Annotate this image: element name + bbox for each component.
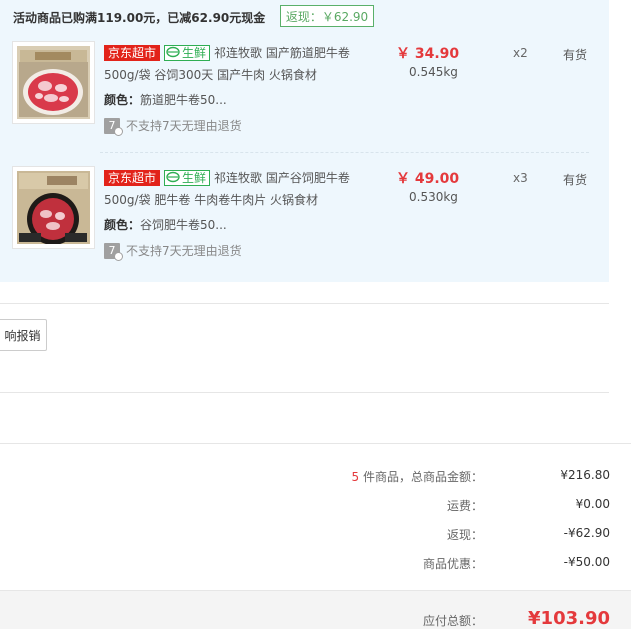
promotion-text: 活动商品已购满119.00元，已减62.90元现金	[13, 10, 266, 25]
return-policy: 7 不支持7天无理由退货	[104, 118, 350, 136]
payable-value: ¥103.90	[528, 608, 610, 629]
product-title-line[interactable]: 京东超市 生鲜 祁连牧歌 国产筋道肥牛卷 500g/袋 谷饲300天 国产牛肉 火锅…	[104, 42, 350, 86]
fresh-leaf-icon	[166, 171, 180, 183]
jd-supermarket-tag: 京东超市	[104, 45, 161, 61]
discount-value: -¥50.00	[563, 555, 610, 569]
jd-supermarket-tag: 京东超市	[104, 170, 161, 186]
return-policy-text: 不支持7天无理由退货	[126, 244, 242, 258]
product-divider	[100, 152, 589, 153]
product-weight: 0.530kg	[409, 190, 458, 204]
beef-roll-image	[17, 171, 90, 244]
payable-total-bar: 应付总额： ¥103.90	[0, 590, 631, 629]
summary-goods-total: 5 件商品，总商品金额： ¥216.80	[0, 466, 631, 486]
summary-discount: 商品优惠： -¥50.00	[0, 553, 631, 573]
product-image[interactable]	[12, 41, 95, 124]
product-price: ￥ 49.00	[396, 171, 460, 187]
promotion-panel: 活动商品已购满119.00元，已减62.90元现金 返现：￥62.90 京东超市…	[0, 0, 609, 282]
summary-rebate: 返现： -¥62.90	[0, 524, 631, 544]
summary-shipping: 运费： ¥0.00	[0, 495, 631, 515]
goods-total-label: 5 件商品，总商品金额：	[352, 468, 483, 485]
color-label: 颜色：	[104, 93, 141, 107]
shipping-value: ¥0.00	[575, 497, 610, 511]
fresh-tag: 生鲜	[164, 170, 211, 186]
rebate-value: -¥62.90	[563, 526, 610, 540]
invoice-button[interactable]: 响报销	[0, 319, 47, 351]
color-label: 颜色：	[104, 218, 141, 232]
product-quantity: x3	[513, 171, 528, 185]
fresh-tag: 生鲜	[164, 45, 211, 61]
payable-label: 应付总额：	[422, 614, 483, 628]
color-value: 筋道肥牛卷50...	[140, 93, 227, 107]
stock-status: 有货	[563, 173, 588, 187]
no-7day-return-icon: 7	[104, 118, 123, 136]
summary-divider	[0, 443, 631, 444]
product-row: 京东超市 生鲜 祁连牧歌 国产谷饲肥牛卷 500g/袋 肥牛卷 牛肉卷牛肉片 火锅食…	[0, 152, 609, 290]
fresh-tag-label: 生鲜	[182, 46, 207, 60]
product-quantity: x2	[513, 46, 528, 60]
section-divider	[0, 303, 609, 304]
promotion-header: 活动商品已购满119.00元，已减62.90元现金	[13, 8, 265, 26]
no-7day-return-icon: 7	[104, 243, 123, 261]
product-weight: 0.545kg	[409, 65, 458, 79]
goods-total-value: ¥216.80	[560, 468, 610, 482]
section-divider	[0, 392, 609, 393]
discount-label: 商品优惠：	[422, 557, 483, 571]
return-policy: 7 不支持7天无理由退货	[104, 243, 350, 261]
fresh-tag-label: 生鲜	[182, 171, 207, 185]
product-info: 京东超市 生鲜 祁连牧歌 国产谷饲肥牛卷 500g/袋 肥牛卷 牛肉卷牛肉片 火锅食…	[104, 167, 350, 261]
product-row: 京东超市 生鲜 祁连牧歌 国产筋道肥牛卷 500g/袋 谷饲300天 国产牛肉 火锅…	[0, 41, 609, 165]
fresh-leaf-icon	[166, 46, 180, 58]
product-info: 京东超市 生鲜 祁连牧歌 国产筋道肥牛卷 500g/袋 谷饲300天 国产牛肉 火锅…	[104, 42, 350, 136]
stock-status: 有货	[563, 48, 588, 62]
shipping-label: 运费：	[446, 499, 483, 513]
rebate-badge: 返现：￥62.90	[280, 5, 374, 27]
product-color: 颜色：筋道肥牛卷50...	[104, 92, 350, 108]
beef-roll-image	[17, 46, 90, 119]
product-image[interactable]	[12, 166, 95, 249]
rebate-label: 返现：	[446, 528, 483, 542]
product-color: 颜色：谷饲肥牛卷50...	[104, 217, 350, 233]
product-price: ￥ 34.90	[396, 46, 460, 62]
return-policy-text: 不支持7天无理由退货	[126, 119, 242, 133]
item-count-suffix: 件商品，总商品金额：	[359, 470, 483, 484]
product-title-line[interactable]: 京东超市 生鲜 祁连牧歌 国产谷饲肥牛卷 500g/袋 肥牛卷 牛肉卷牛肉片 火锅食…	[104, 167, 350, 211]
color-value: 谷饲肥牛卷50...	[140, 218, 227, 232]
